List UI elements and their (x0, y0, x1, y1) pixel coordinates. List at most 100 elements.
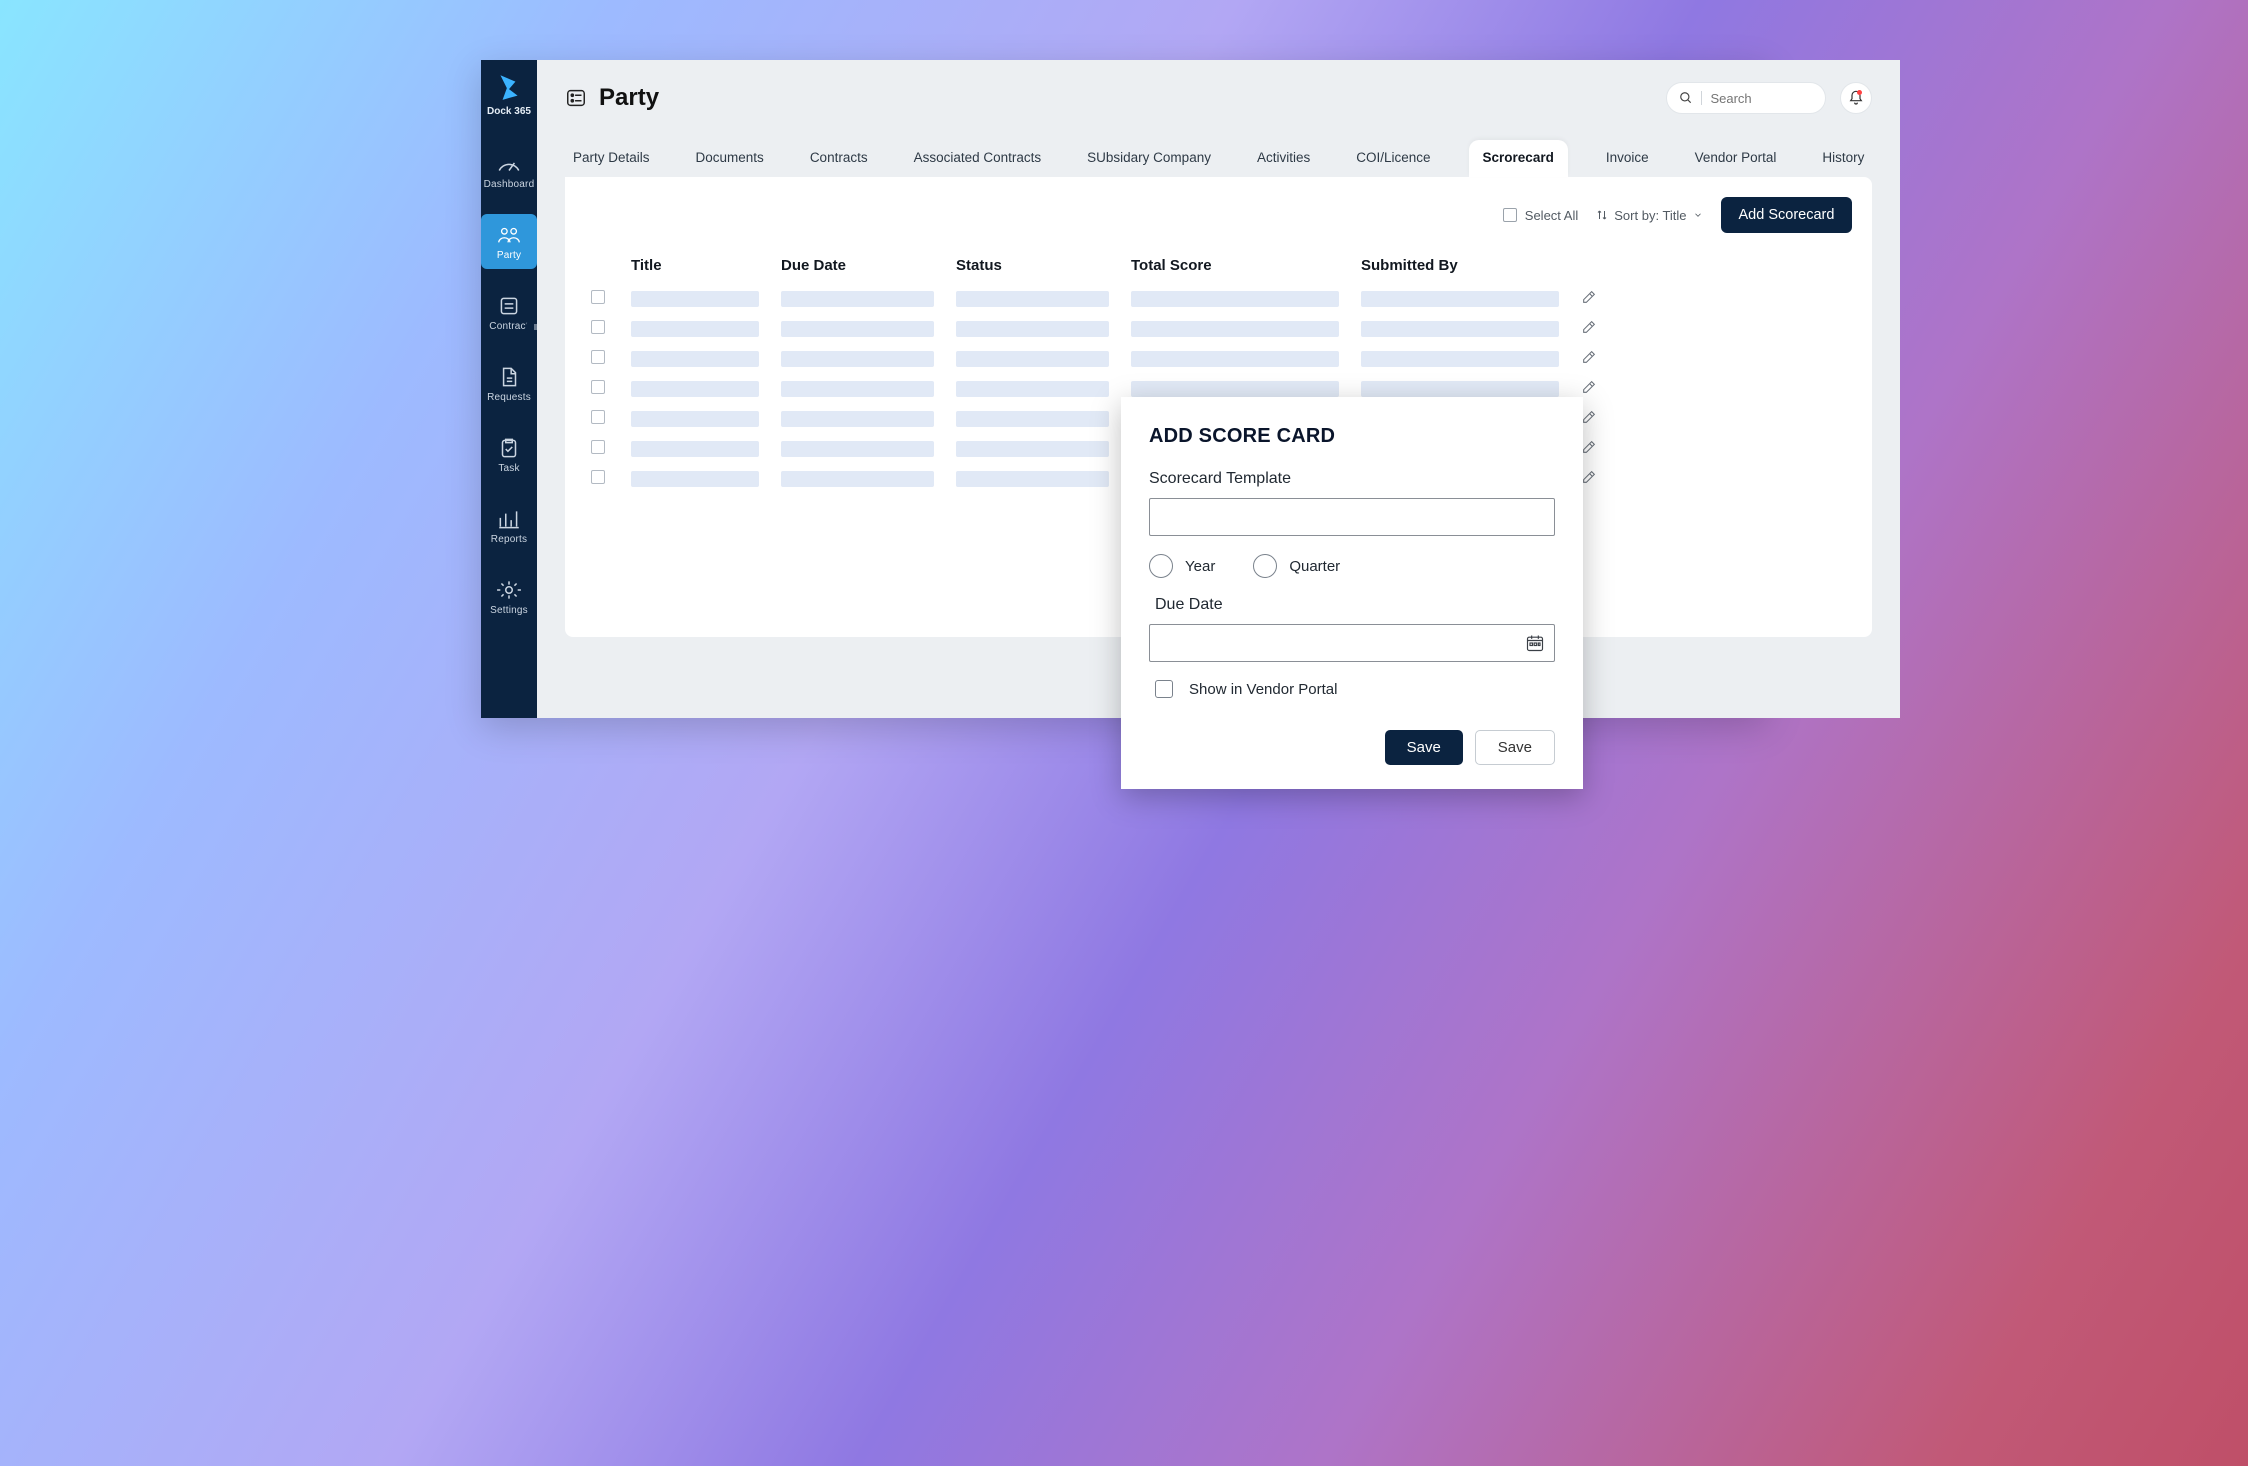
reports-icon (496, 508, 522, 530)
sidebar-item-label: Dashboard (484, 179, 535, 190)
due-date-input[interactable] (1149, 624, 1555, 662)
cell-due-date (781, 441, 934, 457)
show-in-vendor-portal-toggle[interactable]: Show in Vendor Portal (1155, 680, 1555, 698)
notifications-button[interactable] (1840, 82, 1872, 114)
chevron-down-icon (1693, 210, 1703, 220)
cell-due-date (781, 411, 934, 427)
sidebar-item-requests[interactable]: Requests (481, 356, 537, 411)
cell-status (956, 381, 1109, 397)
cell-due-date (781, 471, 934, 487)
cell-due-date (781, 381, 934, 397)
edit-icon[interactable] (1581, 289, 1597, 305)
party-icon (496, 224, 522, 246)
period-radio-group: Year Quarter (1149, 554, 1555, 578)
show-in-vendor-label: Show in Vendor Portal (1189, 681, 1337, 698)
row-checkbox[interactable] (591, 350, 605, 364)
scorecard-template-input[interactable] (1149, 498, 1555, 536)
col-due-date: Due Date (781, 257, 956, 274)
cell-status (956, 441, 1109, 457)
checkbox-icon (1503, 208, 1517, 222)
sidebar-item-label: Reports (491, 534, 527, 545)
tab-scorecard[interactable]: Scrorecard (1469, 140, 1568, 177)
table-row (591, 344, 1846, 374)
contract-icon (496, 295, 522, 317)
tab-contracts[interactable]: Contracts (802, 142, 876, 177)
select-all-toggle[interactable]: Select All (1503, 208, 1578, 223)
add-scorecard-button[interactable]: Add Scorecard (1721, 197, 1853, 233)
cell-title (631, 351, 759, 367)
search-box[interactable] (1666, 82, 1826, 114)
edit-icon[interactable] (1581, 379, 1597, 395)
sidebar-item-party[interactable]: Party (481, 214, 537, 269)
cell-total-score (1131, 321, 1339, 337)
sidebar-item-label: Party (497, 250, 521, 261)
sidebar-item-dashboard[interactable]: Dashboard (481, 143, 537, 198)
edit-icon[interactable] (1581, 349, 1597, 365)
col-total-score: Total Score (1131, 257, 1361, 274)
radio-year-label: Year (1185, 558, 1215, 575)
cell-status (956, 291, 1109, 307)
table-row (591, 314, 1846, 344)
tab-associated-contracts[interactable]: Associated Contracts (906, 142, 1050, 177)
cell-status (956, 411, 1109, 427)
template-label: Scorecard Template (1149, 470, 1555, 488)
cell-due-date (781, 351, 934, 367)
cell-title (631, 411, 759, 427)
tab-party-details[interactable]: Party Details (565, 142, 658, 177)
table-header: Title Due Date Status Total Score Submit… (591, 257, 1846, 284)
cell-due-date (781, 291, 934, 307)
cell-total-score (1131, 351, 1339, 367)
edit-icon[interactable] (1581, 409, 1597, 425)
sidebar-item-label: Contract (489, 321, 528, 332)
radio-year[interactable]: Year (1149, 554, 1215, 578)
brand-label: Dock 365 (487, 106, 531, 117)
app-frame: Dock 365 Dashboard Party Contract (481, 60, 1767, 718)
sort-icon (1596, 209, 1608, 221)
row-checkbox[interactable] (591, 470, 605, 484)
add-scorecard-modal: ADD SCORE CARD Scorecard Template Year Q… (1121, 397, 1583, 789)
cell-due-date (781, 321, 934, 337)
dashboard-icon (496, 153, 522, 175)
edit-icon[interactable] (1581, 439, 1597, 455)
sidebar-item-settings[interactable]: Settings (481, 569, 537, 624)
radio-quarter[interactable]: Quarter (1253, 554, 1340, 578)
tab-vendor-portal[interactable]: Vendor Portal (1687, 142, 1785, 177)
row-checkbox[interactable] (591, 440, 605, 454)
tab-invoice[interactable]: Invoice (1598, 142, 1657, 177)
cell-submitted-by (1361, 351, 1559, 367)
select-all-label: Select All (1525, 208, 1578, 223)
search-input[interactable] (1710, 91, 1790, 106)
col-submitted-by: Submitted By (1361, 257, 1581, 274)
cell-status (956, 321, 1109, 337)
row-checkbox[interactable] (591, 290, 605, 304)
page-title: Party (599, 84, 659, 112)
edit-icon[interactable] (1581, 469, 1597, 485)
radio-icon (1253, 554, 1277, 578)
sort-by-dropdown[interactable]: Sort by: Title (1596, 208, 1702, 223)
tab-coi-licence[interactable]: COI/Licence (1348, 142, 1438, 177)
row-checkbox[interactable] (591, 320, 605, 334)
due-date-label: Due Date (1155, 596, 1555, 614)
sidebar-item-reports[interactable]: Reports (481, 498, 537, 553)
modal-save-secondary-button[interactable]: Save (1475, 730, 1555, 765)
panel-toolbar: Select All Sort by: Title Add Scorecard (585, 197, 1852, 233)
cell-status (956, 351, 1109, 367)
calendar-icon[interactable] (1525, 633, 1545, 653)
cell-total-score (1131, 381, 1339, 397)
row-checkbox[interactable] (591, 380, 605, 394)
cell-status (956, 471, 1109, 487)
cell-title (631, 381, 759, 397)
tab-subsidiary-company[interactable]: SUbsidary Company (1079, 142, 1219, 177)
row-checkbox[interactable] (591, 410, 605, 424)
brand: Dock 365 (487, 72, 531, 117)
cell-submitted-by (1361, 291, 1559, 307)
tab-activities[interactable]: Activities (1249, 142, 1318, 177)
edit-icon[interactable] (1581, 319, 1597, 335)
tab-history[interactable]: History (1814, 142, 1872, 177)
search-icon (1679, 91, 1693, 105)
sidebar-item-task[interactable]: Task (481, 427, 537, 482)
sidebar-item-label: Task (498, 463, 519, 474)
tab-documents[interactable]: Documents (688, 142, 772, 177)
cell-submitted-by (1361, 381, 1559, 397)
modal-save-primary-button[interactable]: Save (1385, 730, 1463, 765)
